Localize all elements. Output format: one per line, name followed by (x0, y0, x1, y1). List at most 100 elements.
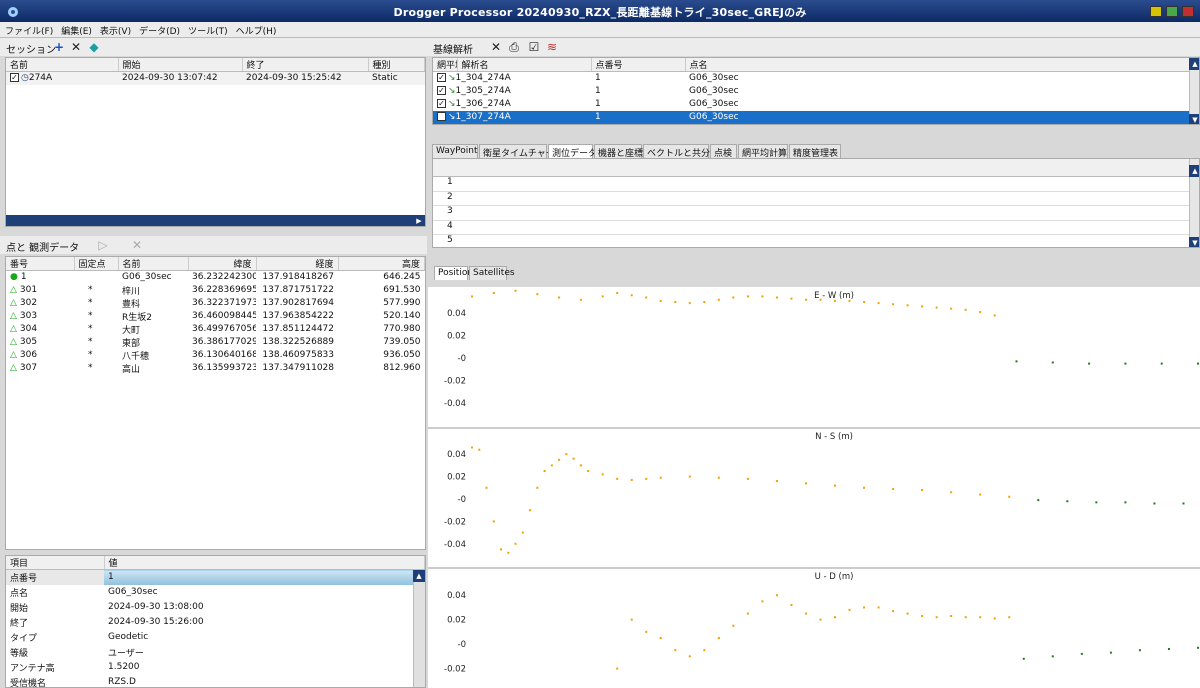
col-header[interactable]: 高度 (338, 257, 425, 271)
property-row[interactable]: タイプ Geodetic (6, 630, 425, 645)
plot-tab-0[interactable]: Position (434, 266, 473, 280)
property-value[interactable]: 1 (104, 569, 425, 585)
table-row[interactable]: ✓ ↘1_305_274A 1 G06_30sec (433, 85, 1199, 98)
obs-row[interactable]: 5 (433, 235, 1199, 247)
maximize-button[interactable] (1166, 6, 1178, 17)
col-header[interactable]: 名前 (118, 257, 189, 271)
session-row[interactable]: ✓ ◷274A 2024-09-30 13:07:42 2024-09-30 15… (6, 71, 425, 85)
tab-3[interactable]: 機器と座標 (594, 144, 643, 159)
remove-icon[interactable]: ✕ (130, 238, 144, 252)
baseline-icon: ↘ (448, 112, 456, 122)
scroll-down-icon[interactable]: ▼ (1189, 237, 1199, 247)
scroll-up-icon[interactable]: ▲ (1189, 58, 1199, 70)
col-header[interactable]: 経度 (256, 257, 339, 271)
tab-2[interactable]: 測位データ (548, 144, 597, 159)
property-row[interactable]: 受信機名 RZS.D (6, 675, 425, 687)
check-icon[interactable]: ✓ (437, 73, 446, 83)
table-row[interactable]: ● 1 G06_30sec 36.232242300 137.918418267 646.… (6, 271, 425, 284)
point-name: 高山 (122, 364, 141, 375)
menu-data[interactable]: データ(D) (134, 22, 183, 37)
check-icon[interactable]: ✓ (437, 86, 446, 95)
check-icon[interactable]: ✓ (437, 112, 446, 121)
scroll-up-icon[interactable]: ▲ (413, 570, 425, 582)
delete-icon[interactable]: ✕ (69, 40, 83, 54)
col-header[interactable]: 解析名 (457, 58, 592, 72)
obs-row[interactable]: 1 (433, 177, 1199, 192)
table-row[interactable]: ✓ ↘1_306_274A 1 G06_30sec (433, 98, 1199, 111)
col-header[interactable]: 名前 (6, 58, 119, 72)
point-lon: 138.322526889 (262, 337, 334, 347)
col-header[interactable]: 開始 (118, 58, 243, 72)
table-row[interactable]: ✓ ↘1_307_274A 1 G06_30sec (433, 110, 1199, 124)
data-point (1015, 360, 1018, 363)
property-row[interactable]: 点番号 1 (6, 569, 425, 585)
fixed-flag: * (88, 298, 93, 308)
col-header[interactable]: 点番号 (591, 58, 686, 72)
table-row[interactable]: △ 305 * 東部 36.386177029 138.322526889 739.050 (6, 336, 425, 349)
export-icon[interactable]: ≋ (545, 40, 559, 54)
col-header[interactable]: 網平均 (433, 58, 458, 72)
table-row[interactable]: △ 301 * 梓川 36.228369695 137.871751722 691.530 (6, 284, 425, 297)
data-point (659, 637, 662, 639)
menu-view[interactable]: 表示(V) (95, 22, 134, 37)
obs-row[interactable]: 2 (433, 191, 1199, 206)
property-row[interactable]: 等級 ユーザー (6, 645, 425, 660)
menu-help[interactable]: ヘルプ(H) (231, 22, 280, 37)
add-icon[interactable]: + (52, 40, 66, 54)
data-point (1197, 362, 1199, 365)
tab-1[interactable]: 衛星タイムチャート (479, 144, 564, 159)
import-icon[interactable]: ◆ (87, 40, 101, 54)
table-row[interactable]: △ 307 * 高山 36.135993723 137.347911028 812.960 (6, 362, 425, 375)
property-row[interactable]: 点名 G06_30sec (6, 585, 425, 600)
check-icon[interactable]: ✓ (437, 99, 446, 108)
col-header[interactable]: 固定点 (74, 257, 119, 271)
data-point (688, 302, 691, 305)
tab-5[interactable]: 点検 (710, 144, 737, 159)
menu-tools[interactable]: ツール(T) (183, 22, 231, 37)
play-icon[interactable]: ▷ (96, 238, 110, 252)
tab-6[interactable]: 網平均計算 (738, 144, 788, 159)
table-row[interactable]: △ 304 * 大町 36.499767056 137.851124472 770.980 (6, 323, 425, 336)
data-point (478, 448, 481, 451)
menu-file[interactable]: ファイル(F) (0, 22, 56, 37)
tab-0[interactable]: WayPoint (432, 144, 478, 158)
checkbox-icon[interactable]: ☑ (527, 40, 541, 54)
horizontal-scrollbar[interactable] (6, 215, 425, 226)
plot-tab-1[interactable]: Satellites (469, 266, 515, 280)
point-alt: 770.980 (383, 324, 421, 334)
scroll-right-icon[interactable]: ▶ (413, 215, 425, 226)
table-row[interactable]: △ 306 * 八千穂 36.130640168 138.460975833 936.050 (6, 349, 425, 362)
close-button[interactable] (1182, 6, 1194, 17)
col-header[interactable]: 番号 (6, 257, 75, 271)
property-row[interactable]: アンテナ高 1.5200 (6, 660, 425, 675)
scroll-up-icon[interactable]: ▲ (1189, 165, 1199, 177)
property-key: タイプ (10, 633, 38, 644)
minimize-button[interactable] (1150, 6, 1162, 17)
table-row[interactable]: △ 303 * R生坂2 36.460098445 137.963854222 520.14… (6, 310, 425, 323)
property-row[interactable]: 開始 2024-09-30 13:08:00 (6, 600, 425, 615)
data-point (979, 311, 982, 314)
property-row[interactable]: 終了 2024-09-30 15:26:00 (6, 615, 425, 630)
col-header[interactable]: 終了 (242, 58, 369, 72)
col-header[interactable]: 項目 (6, 556, 105, 570)
col-header[interactable]: 緯度 (188, 257, 257, 271)
col-header[interactable]: 種別 (368, 58, 425, 72)
data-point (1124, 501, 1127, 504)
print-icon[interactable]: ⎙ (507, 40, 521, 54)
obs-row[interactable]: 3 (433, 206, 1199, 221)
tab-7[interactable]: 精度管理表 (789, 144, 841, 159)
delete-icon[interactable]: ✕ (489, 40, 503, 54)
obs-row-number: 2 (447, 191, 453, 202)
vertical-scrollbar[interactable] (413, 570, 425, 687)
col-header[interactable]: 値 (104, 556, 425, 570)
table-row[interactable]: ✓ ↘1_304_274A 1 G06_30sec (433, 72, 1199, 85)
point-alt: 739.050 (383, 337, 421, 347)
baseline-point: G06_30sec (685, 110, 1199, 124)
scroll-down-icon[interactable]: ▼ (1189, 114, 1199, 124)
table-row[interactable]: △ 302 * 豊科 36.322371973 137.902817694 577.990 (6, 297, 425, 310)
tab-4[interactable]: ベクトルと共分散 (643, 144, 719, 159)
menu-edit[interactable]: 編集(E) (56, 22, 95, 37)
col-header[interactable]: 点名 (685, 58, 1199, 72)
obs-row[interactable]: 4 (433, 221, 1199, 235)
check-icon[interactable]: ✓ (10, 73, 19, 83)
